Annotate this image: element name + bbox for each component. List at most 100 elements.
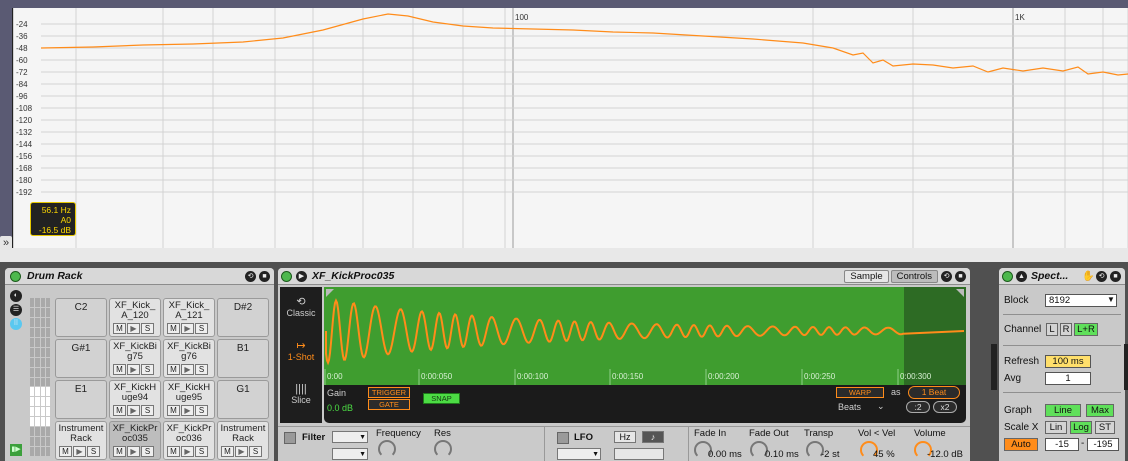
mini-pad-cell[interactable]	[30, 437, 35, 447]
mini-pad-cell[interactable]	[45, 407, 50, 417]
beats-value-field[interactable]: 1 Beat	[908, 386, 960, 399]
spectrum-titlebar[interactable]: ▲ Spect... ✋ ⟲ ■	[999, 268, 1125, 285]
spectrum-plot[interactable]: -24 -36 -48 -60 -72 -84 -96 -108 -120 -132 -144 -15…	[12, 8, 1128, 248]
pad-mute-button[interactable]: M	[167, 446, 180, 457]
pad-solo-button[interactable]: S	[141, 446, 154, 457]
mode-slice[interactable]: |||| Slice	[280, 375, 322, 417]
drum-pad[interactable]: D#2	[217, 298, 269, 337]
mini-pad-cell[interactable]	[45, 397, 50, 407]
scale-st-button[interactable]: ST	[1095, 421, 1115, 434]
mini-pad-cell[interactable]	[30, 317, 35, 327]
lfo-sync-note-icon[interactable]: ♪	[642, 431, 664, 443]
spectrum-expand-icon[interactable]: ▲	[1016, 271, 1027, 282]
sample-waveform[interactable]: 0:00 0:00:050 0:00:100 0:00:150 0:00:200 0:00…	[324, 287, 966, 385]
collapse-chevron-icon[interactable]: »	[0, 236, 12, 250]
drum-pad[interactable]: Instrument Rack M ▶ S	[55, 421, 107, 460]
pad-play-icon[interactable]: ▶	[181, 446, 194, 457]
lfo-toggle[interactable]	[557, 432, 569, 444]
block-dropdown-chevron-icon[interactable]: ▼	[1107, 295, 1115, 304]
mini-pad-cell[interactable]	[45, 317, 50, 327]
drum-pad[interactable]: G1	[217, 380, 269, 419]
mini-pad-cell[interactable]	[35, 417, 40, 427]
pad-play-icon[interactable]: ▶	[73, 446, 86, 457]
refresh-field[interactable]: 100 ms	[1045, 355, 1091, 368]
mini-pad-cell[interactable]	[35, 317, 40, 327]
mini-pad-cell[interactable]	[45, 307, 50, 317]
pad-mute-button[interactable]: M	[113, 323, 126, 334]
pad-solo-button[interactable]: S	[141, 364, 154, 375]
lfo-shape-dropdown[interactable]	[557, 448, 601, 460]
pad-mute-button[interactable]: M	[221, 446, 234, 457]
mini-pad-cell[interactable]	[30, 298, 35, 307]
pad-play-icon[interactable]: ▶	[181, 323, 194, 334]
frequency-knob[interactable]	[378, 440, 396, 458]
io-toggle-icon[interactable]: ▮▶	[10, 444, 22, 456]
pad-play-icon[interactable]: ▶	[127, 323, 140, 334]
mini-pad-cell[interactable]	[40, 377, 45, 387]
pad-solo-button[interactable]: S	[195, 364, 208, 375]
mini-pad-cell[interactable]	[35, 447, 40, 456]
mini-pad-cell[interactable]	[40, 357, 45, 367]
scale-lin-button[interactable]: Lin	[1045, 421, 1067, 434]
mode-classic[interactable]: ⟲ Classic	[280, 287, 322, 329]
mini-pad-cell[interactable]	[35, 387, 40, 397]
pad-solo-button[interactable]: S	[87, 446, 100, 457]
mini-pad-cell[interactable]	[45, 327, 50, 337]
drum-pad[interactable]: XF_Kick_ A_121 M ▶ S	[163, 298, 215, 337]
mini-pad-cell[interactable]	[40, 447, 45, 456]
drum-rack-power-icon[interactable]	[10, 271, 21, 282]
gate-button[interactable]: GATE	[368, 399, 410, 410]
mini-pad-cell[interactable]	[40, 367, 45, 377]
pad-play-icon[interactable]: ▶	[127, 405, 140, 416]
mini-pad-cell[interactable]	[30, 417, 35, 427]
tab-controls[interactable]: Controls	[890, 270, 938, 283]
filter-type-dropdown[interactable]	[332, 431, 368, 443]
drum-pad[interactable]: XF_KickBi g76 M ▶ S	[163, 339, 215, 378]
drum-pad[interactable]: B1	[217, 339, 269, 378]
warp-button[interactable]: WARP	[836, 387, 884, 398]
list-toggle-icon[interactable]: ☰	[10, 304, 22, 316]
pad-mute-button[interactable]: M	[113, 446, 126, 457]
simpler-preview-icon[interactable]: ▶	[296, 271, 307, 282]
mini-pad-cell[interactable]	[40, 417, 45, 427]
channel-r-button[interactable]: R	[1060, 323, 1072, 336]
mini-pad-cell[interactable]	[30, 347, 35, 357]
mini-pad-cell[interactable]	[40, 407, 45, 417]
drum-pad[interactable]: XF_Kick_ A_120 M ▶ S	[109, 298, 161, 337]
graph-line-button[interactable]: Line	[1045, 404, 1081, 417]
pad-mute-button[interactable]: M	[167, 405, 180, 416]
channel-l-button[interactable]: L	[1046, 323, 1058, 336]
scale-log-button[interactable]: Log	[1070, 421, 1092, 434]
drum-pad[interactable]: E1	[55, 380, 107, 419]
lfo-hz-button[interactable]: Hz	[614, 431, 636, 443]
range-low-field[interactable]: -15	[1045, 438, 1079, 451]
mini-pad-cell[interactable]	[30, 307, 35, 317]
pad-overview-grid[interactable]	[30, 298, 50, 456]
mini-pad-cell[interactable]	[45, 357, 50, 367]
trigger-button[interactable]: TRIGGER	[368, 387, 410, 398]
drum-rack-hotswap-icon[interactable]: ⟲	[245, 271, 256, 282]
simpler-titlebar[interactable]: ▶ XF_KickProc035 Sample Controls ⟲ ■	[278, 268, 970, 285]
beats-dropdown[interactable]: Beats	[838, 402, 861, 412]
mini-pad-cell[interactable]	[45, 377, 50, 387]
mini-pad-cell[interactable]	[35, 307, 40, 317]
mini-pad-cell[interactable]	[40, 337, 45, 347]
pad-play-icon[interactable]: ▶	[181, 405, 194, 416]
mini-pad-cell[interactable]	[40, 437, 45, 447]
spectrum-hotswap-icon[interactable]: ⟲	[1096, 271, 1107, 282]
mini-pad-cell[interactable]	[30, 337, 35, 347]
mini-pad-cell[interactable]	[40, 347, 45, 357]
drum-pad[interactable]: Instrument Rack M ▶ S	[217, 421, 269, 460]
pad-play-icon[interactable]: ▶	[127, 364, 140, 375]
mini-pad-cell[interactable]	[30, 427, 35, 437]
mini-pad-cell[interactable]	[35, 427, 40, 437]
simpler-hotswap-icon[interactable]: ⟲	[941, 271, 952, 282]
mini-pad-cell[interactable]	[45, 387, 50, 397]
pad-solo-button[interactable]: S	[195, 405, 208, 416]
pads-toggle-icon[interactable]: ⠿	[10, 318, 22, 330]
mini-pad-cell[interactable]	[45, 367, 50, 377]
mini-pad-cell[interactable]	[35, 357, 40, 367]
mini-pad-cell[interactable]	[40, 327, 45, 337]
pad-mute-button[interactable]: M	[59, 446, 72, 457]
filter-toggle[interactable]	[284, 432, 296, 444]
